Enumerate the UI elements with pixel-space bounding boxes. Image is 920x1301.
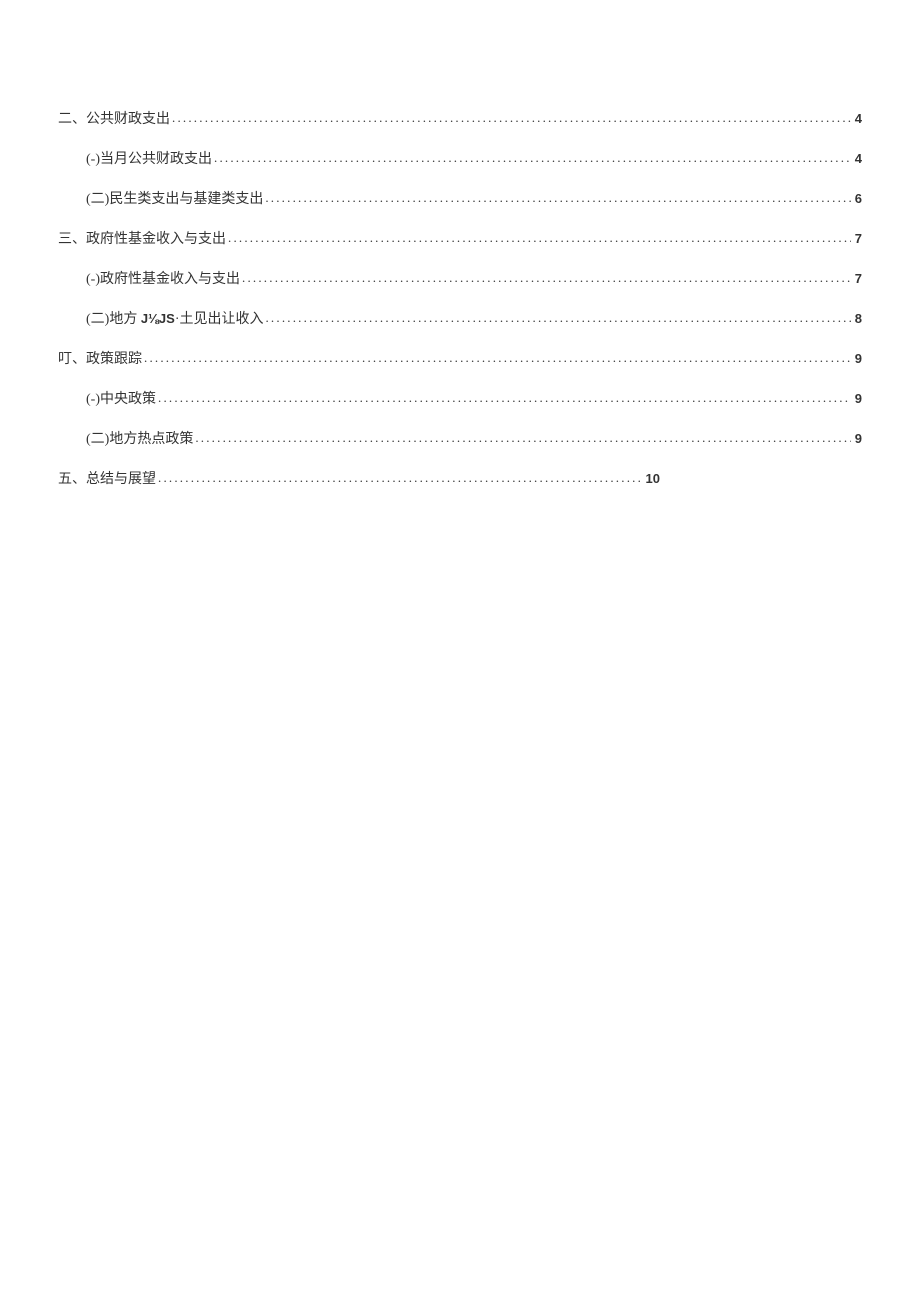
toc-entry-section-2-2: (二)民生类支出与基建类支出 6 [58, 188, 862, 208]
toc-page-number: 10 [644, 471, 660, 486]
toc-page-number: 9 [853, 391, 862, 406]
toc-page-number: 7 [853, 231, 862, 246]
toc-page-number: 9 [853, 351, 862, 366]
toc-leader [214, 150, 851, 166]
toc-entry-section-3-1: (-)政府性基金收入与支出 7 [58, 268, 862, 288]
toc-leader [265, 190, 850, 206]
toc-title: (-)当月公共财政支出 [86, 148, 212, 168]
toc-leader [195, 430, 850, 446]
toc-page-number: 4 [853, 111, 862, 126]
toc-entry-section-4-2: (二)地方热点政策 9 [58, 428, 862, 448]
table-of-contents: 二、公共财政支出 4 (-)当月公共财政支出 4 (二)民生类支出与基建类支出 … [58, 108, 862, 488]
toc-entry-section-2: 二、公共财政支出 4 [58, 108, 862, 128]
toc-entry-section-5: 五、总结与展望 10 [58, 468, 660, 488]
toc-entry-section-3: 三、政府性基金收入与支出 7 [58, 228, 862, 248]
toc-leader [228, 230, 851, 246]
toc-page-number: 6 [853, 191, 862, 206]
toc-title: (二)民生类支出与基建类支出 [86, 188, 263, 208]
toc-leader [158, 470, 642, 486]
toc-page-number: 8 [853, 311, 862, 326]
toc-entry-section-4-1: (-)中央政策 9 [58, 388, 862, 408]
toc-entry-section-4: 叮、政策跟踪 9 [58, 348, 862, 368]
toc-page-number: 7 [853, 271, 862, 286]
toc-title: 叮、政策跟踪 [58, 348, 142, 368]
toc-title: (二)地方 J⅛JS·土见出让收入 [86, 308, 263, 328]
toc-title: (二)地方热点政策 [86, 428, 193, 448]
toc-leader [172, 110, 851, 126]
toc-leader [144, 350, 851, 366]
toc-entry-section-2-1: (-)当月公共财政支出 4 [58, 148, 862, 168]
toc-page-number: 4 [853, 151, 862, 166]
toc-leader [265, 310, 850, 326]
toc-leader [242, 270, 851, 286]
toc-title: 三、政府性基金收入与支出 [58, 228, 226, 248]
toc-page-number: 9 [853, 431, 862, 446]
toc-title: (-)政府性基金收入与支出 [86, 268, 240, 288]
toc-title: 五、总结与展望 [58, 468, 156, 488]
toc-title: 二、公共财政支出 [58, 108, 170, 128]
toc-leader [158, 390, 851, 406]
toc-entry-section-3-2: (二)地方 J⅛JS·土见出让收入 8 [58, 308, 862, 328]
toc-title: (-)中央政策 [86, 388, 156, 408]
